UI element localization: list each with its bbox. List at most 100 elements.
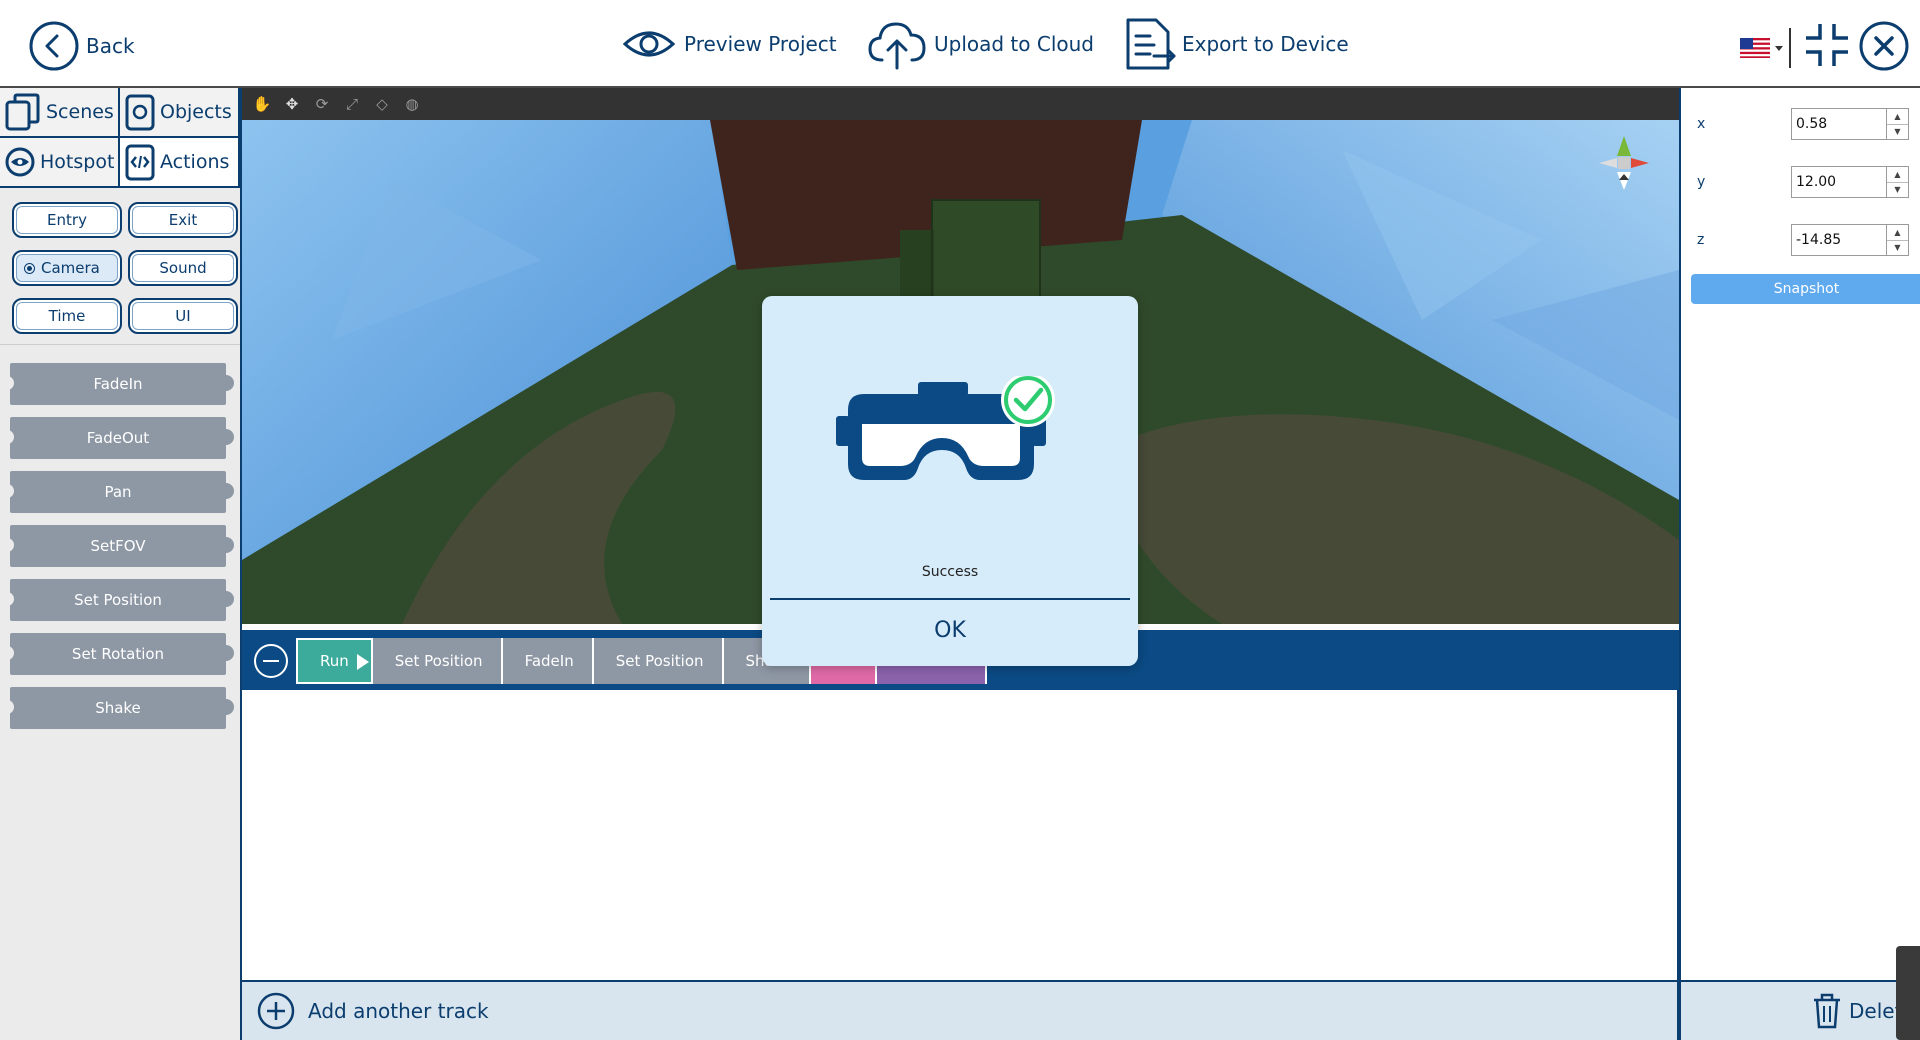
filter-entry[interactable]: Entry — [12, 202, 122, 238]
objects-icon — [125, 94, 155, 131]
add-track-bar: Add another track — [242, 980, 1679, 1040]
increment-icon[interactable]: ▲ — [1887, 225, 1908, 241]
success-message: Success — [921, 564, 979, 580]
rotate-tool-icon[interactable]: ⟳ — [312, 94, 332, 114]
delete-button[interactable]: Delet — [1811, 992, 1902, 1030]
sidebar-tabs: Scenes Objects Hotspot Actions — [0, 88, 240, 188]
us-flag-icon — [1740, 38, 1770, 58]
run-label: Run — [320, 652, 349, 670]
x-stepper[interactable]: ▲ ▼ — [1887, 108, 1909, 140]
preview-project-button[interactable]: Preview Project — [622, 24, 837, 64]
close-button[interactable] — [1858, 20, 1910, 76]
preview-label: Preview Project — [684, 32, 837, 56]
upload-to-cloud-button[interactable]: Upload to Cloud — [866, 16, 1094, 72]
tab-objects[interactable]: Objects — [120, 88, 240, 138]
dropdown-arrow-icon — [1775, 46, 1783, 51]
action-label: SetFOV — [90, 537, 146, 555]
filter-sound-label: Sound — [159, 259, 207, 277]
action-label: Set Position — [74, 591, 162, 609]
properties-footer: Delet — [1679, 980, 1920, 1040]
decrement-icon[interactable]: ▼ — [1887, 125, 1908, 140]
hand-tool-icon[interactable]: ✋ — [252, 94, 272, 114]
decrement-icon[interactable]: ▼ — [1887, 241, 1908, 256]
eye-icon — [622, 31, 676, 57]
export-document-icon — [1126, 18, 1176, 70]
filter-camera[interactable]: Camera — [12, 250, 122, 286]
action-setfov[interactable]: SetFOV — [6, 525, 234, 567]
export-to-device-button[interactable]: Export to Device — [1120, 16, 1349, 72]
filter-sound[interactable]: Sound — [128, 250, 238, 286]
track-block[interactable]: Set Position — [372, 638, 503, 684]
filter-camera-label: Camera — [41, 259, 100, 277]
action-set-rotation[interactable]: Set Rotation — [6, 633, 234, 675]
play-icon — [356, 654, 369, 670]
remove-track-button[interactable] — [254, 644, 288, 678]
y-stepper[interactable]: ▲ ▼ — [1887, 166, 1909, 198]
action-label: Pan — [104, 483, 132, 501]
dialog-divider — [770, 598, 1130, 600]
back-label: Back — [86, 34, 135, 58]
action-label: Set Rotation — [71, 645, 165, 663]
decrement-icon[interactable]: ▼ — [1887, 183, 1908, 198]
view-toggle-icon[interactable]: ◇ — [372, 94, 392, 114]
success-dialog: Success OK — [762, 296, 1138, 666]
tab-scenes[interactable]: Scenes — [0, 88, 120, 138]
track-block[interactable]: FadeIn — [502, 638, 594, 684]
orientation-gizmo-icon[interactable] — [1589, 128, 1659, 198]
tab-actions[interactable]: Actions — [120, 138, 240, 188]
action-label: FadeIn — [93, 375, 143, 393]
filter-time[interactable]: Time — [12, 298, 122, 334]
position-x-row: x ▲▼ — [1697, 108, 1909, 140]
tab-hotspot-label: Hotspot — [40, 151, 115, 173]
position-z-input[interactable] — [1791, 224, 1887, 256]
track-block-label: FadeIn — [524, 652, 574, 670]
exit-fullscreen-button[interactable] — [1802, 20, 1852, 74]
filter-exit-label: Exit — [168, 211, 198, 229]
track-block-label: Set Position — [615, 652, 704, 670]
viewport-toolbar: ✋ ✥ ⟳ ⤢ ◇ ◍ — [242, 88, 1679, 120]
snapshot-button[interactable]: Snapshot — [1691, 274, 1920, 304]
filter-ui-label: UI — [175, 307, 191, 325]
collapse-icon — [1806, 24, 1848, 66]
ok-button[interactable]: OK — [762, 602, 1138, 658]
position-y-input[interactable] — [1791, 166, 1887, 198]
timeline-area — [242, 690, 1679, 980]
position-y-row: y ▲▼ — [1697, 166, 1909, 198]
properties-panel: x ▲▼ y ▲▼ z ▲▼ Snapshot — [1679, 88, 1920, 980]
tab-objects-label: Objects — [160, 101, 232, 123]
position-x-input[interactable] — [1791, 108, 1887, 140]
z-stepper[interactable]: ▲ ▼ — [1887, 224, 1909, 256]
action-pan[interactable]: Pan — [6, 471, 234, 513]
eye-icon — [5, 147, 35, 177]
cloud-upload-icon — [868, 22, 926, 70]
increment-icon[interactable]: ▲ — [1887, 109, 1908, 125]
back-button[interactable]: Back — [28, 20, 135, 72]
add-track-button[interactable]: Add another track — [256, 991, 489, 1031]
action-fadeout[interactable]: FadeOut — [6, 417, 234, 459]
filter-ui[interactable]: UI — [128, 298, 238, 334]
language-select[interactable] — [1740, 28, 1791, 68]
z-label: z — [1697, 232, 1705, 248]
back-arrow-icon — [29, 21, 79, 71]
side-drawer-tab[interactable] — [1896, 946, 1920, 1040]
add-track-label: Add another track — [308, 999, 489, 1023]
action-set-position[interactable]: Set Position — [6, 579, 234, 621]
filter-exit[interactable]: Exit — [128, 202, 238, 238]
increment-icon[interactable]: ▲ — [1887, 167, 1908, 183]
track-block[interactable]: Set Position — [593, 638, 724, 684]
plus-circle-icon — [257, 992, 295, 1030]
position-z-row: z ▲▼ — [1697, 224, 1909, 256]
tab-actions-label: Actions — [160, 151, 230, 173]
vr-headset-success-icon — [836, 376, 1055, 480]
globe-icon[interactable]: ◍ — [402, 94, 422, 114]
code-icon — [125, 144, 155, 181]
run-block[interactable]: Run — [296, 638, 373, 684]
scale-tool-icon[interactable]: ⤢ — [342, 94, 362, 114]
action-fadein[interactable]: FadeIn — [6, 363, 234, 405]
tab-hotspot[interactable]: Hotspot — [0, 138, 120, 188]
action-shake[interactable]: Shake — [6, 687, 234, 729]
trash-icon — [1814, 993, 1840, 1029]
left-sidebar: Scenes Objects Hotspot Actions Entry Exi… — [0, 88, 242, 1040]
move-tool-icon[interactable]: ✥ — [282, 94, 302, 114]
radio-selected-icon — [24, 262, 35, 274]
